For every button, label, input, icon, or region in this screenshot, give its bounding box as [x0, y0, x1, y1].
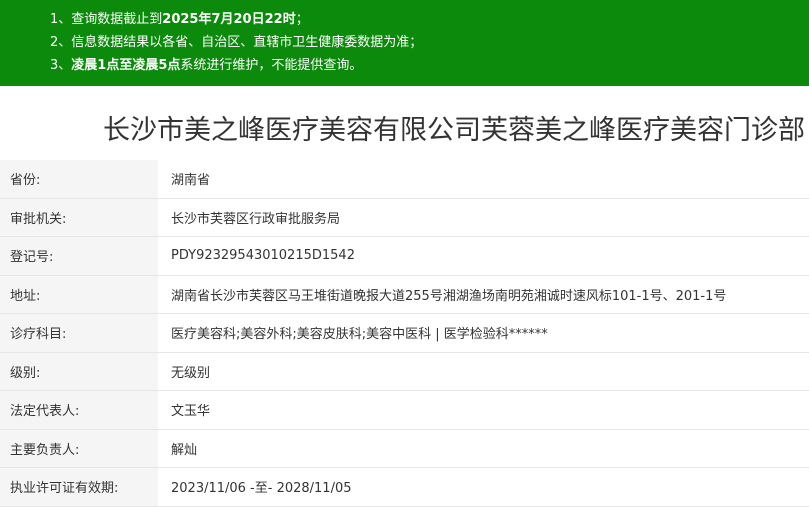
row-label-address: 地址: — [0, 275, 158, 313]
table-row: 执业许可证有效期: 2023/11/06 -至- 2028/11/05 — [0, 468, 809, 507]
table-row: 登记号: PDY92329543010215D1542 — [0, 237, 809, 276]
table-row: 审批机关: 长沙市芙蓉区行政审批服务局 — [0, 198, 809, 237]
row-value-departments: 医疗美容科;美容外科;美容皮肤科;美容中医科 | 医学检验科****** — [171, 327, 548, 343]
notice-banner: 1、查询数据截止到2025年7月20日22时； 2、信息数据结果以各省、自治区、… — [0, 0, 809, 86]
notice-line-1: 1、查询数据截止到2025年7月20日22时； — [50, 8, 809, 31]
table-row: 地址: 湖南省长沙市芙蓉区马王堆街道晚报大道255号湘湖渔场南明苑湘诚时速风标1… — [0, 275, 809, 314]
notice-line-3: 3、凌晨1点至凌晨5点系统进行维护，不能提供查询。 — [50, 54, 809, 77]
table-row: 级别: 无级别 — [0, 352, 809, 391]
row-value-level: 无级别 — [171, 365, 211, 381]
table-row: 省份: 湖南省 — [0, 160, 809, 199]
notice-line-3-suffix: 系统进行维护，不能提供查询。 — [180, 58, 363, 73]
row-label-departments: 诊疗科目: — [0, 314, 158, 352]
row-label-level: 级别: — [0, 352, 158, 390]
table-row: 诊疗科目: 医疗美容科;美容外科;美容皮肤科;美容中医科 | 医学检验科****… — [0, 314, 809, 353]
row-value-principal: 解灿 — [171, 442, 198, 458]
row-label-license-validity: 执业许可证有效期: — [0, 468, 158, 506]
page-title: 长沙市美之峰医疗美容有限公司芙蓉美之峰医疗美容门诊部 — [103, 115, 805, 146]
row-label-authority: 审批机关: — [0, 198, 158, 236]
info-table: 省份: 湖南省 审批机关: 长沙市芙蓉区行政审批服务局 登记号: PDY9232… — [0, 160, 809, 507]
notice-line-1-suffix: ； — [295, 12, 309, 27]
row-value-authority: 长沙市芙蓉区行政审批服务局 — [171, 211, 341, 227]
row-value-province: 湖南省 — [171, 173, 211, 189]
row-label-registration: 登记号: — [0, 237, 158, 275]
table-row: 主要负责人: 解灿 — [0, 429, 809, 468]
row-value-registration: PDY92329543010215D1542 — [171, 248, 355, 264]
row-label-province: 省份: — [0, 160, 158, 198]
notice-line-1-prefix: 1、查询数据截止到 — [50, 12, 163, 27]
row-value-address: 湖南省长沙市芙蓉区马王堆街道晚报大道255号湘湖渔场南明苑湘诚时速风标101-1… — [171, 288, 727, 304]
notice-line-1-date: 2025年7月20日22时 — [162, 12, 296, 27]
table-row: 法定代表人: 文玉华 — [0, 391, 809, 430]
notice-line-3-prefix: 3、 — [50, 58, 72, 73]
notice-line-2: 2、信息数据结果以各省、自治区、直辖市卫生健康委数据为准； — [50, 35, 423, 50]
notice-line-3-hours: 凌晨1点至凌晨5点 — [71, 58, 181, 73]
row-value-legal-rep: 文玉华 — [171, 404, 211, 420]
row-value-license-validity: 2023/11/06 -至- 2028/11/05 — [171, 481, 352, 497]
row-label-principal: 主要负责人: — [0, 429, 158, 467]
row-label-legal-rep: 法定代表人: — [0, 391, 158, 429]
